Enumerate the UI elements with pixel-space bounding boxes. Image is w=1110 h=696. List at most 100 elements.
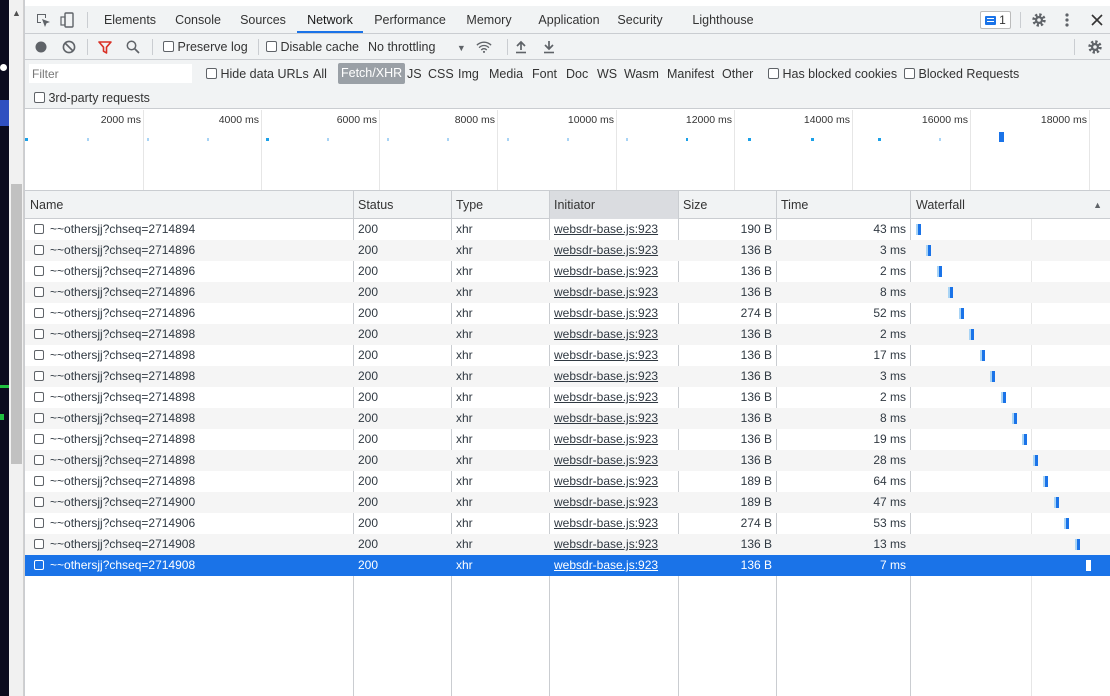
tab-console[interactable]: Console — [169, 6, 227, 33]
filter-type-doc[interactable]: Doc — [566, 67, 588, 81]
initiator-link[interactable]: websdr-base.js:923 — [554, 303, 679, 324]
filter-type-other[interactable]: Other — [722, 67, 753, 81]
initiator-link[interactable]: websdr-base.js:923 — [554, 324, 679, 345]
row-checkbox[interactable] — [34, 287, 44, 297]
network-conditions-wifi-icon[interactable] — [476, 39, 492, 55]
initiator-link[interactable]: websdr-base.js:923 — [554, 534, 679, 555]
initiator-link[interactable]: websdr-base.js:923 — [554, 450, 679, 471]
scroll-up-arrow-icon[interactable]: ▲ — [9, 8, 24, 18]
checkbox-box[interactable] — [163, 41, 174, 52]
column-header-waterfall[interactable]: Waterfall ▲ — [911, 191, 1110, 219]
table-row[interactable]: ~~othersjj?chseq=2714898 200 xhr websdr-bas… — [25, 408, 1110, 429]
table-row[interactable]: ~~othersjj?chseq=2714908 200 xhr websdr-bas… — [25, 555, 1110, 576]
column-header-initiator[interactable]: Initiator — [549, 191, 678, 219]
initiator-link[interactable]: websdr-base.js:923 — [554, 282, 679, 303]
request-name-cell[interactable]: ~~othersjj?chseq=2714894 — [34, 219, 354, 240]
row-checkbox[interactable] — [34, 539, 44, 549]
initiator-link[interactable]: websdr-base.js:923 — [554, 492, 679, 513]
tab-application[interactable]: Application — [528, 6, 610, 33]
table-row[interactable]: ~~othersjj?chseq=2714898 200 xhr websdr-bas… — [25, 429, 1110, 450]
tab-performance[interactable]: Performance — [369, 6, 451, 33]
request-name-cell[interactable]: ~~othersjj?chseq=2714908 — [34, 534, 354, 555]
network-overview-timeline[interactable]: 2000 ms 4000 ms 6000 ms 8000 ms 10000 ms… — [25, 110, 1110, 191]
table-row[interactable]: ~~othersjj?chseq=2714908 200 xhr websdr-bas… — [25, 534, 1110, 555]
tab-elements[interactable]: Elements — [97, 6, 163, 33]
table-row[interactable]: ~~othersjj?chseq=2714906 200 xhr websdr-bas… — [25, 513, 1110, 534]
record-button-icon[interactable] — [33, 39, 49, 55]
row-checkbox[interactable] — [34, 350, 44, 360]
table-row[interactable]: ~~othersjj?chseq=2714894 200 xhr websdr-bas… — [25, 219, 1110, 240]
initiator-link[interactable]: websdr-base.js:923 — [554, 408, 679, 429]
has-blocked-cookies-checkbox[interactable]: Has blocked cookies — [768, 67, 897, 81]
initiator-link[interactable]: websdr-base.js:923 — [554, 345, 679, 366]
third-party-requests-checkbox[interactable]: 3rd-party requests — [34, 91, 150, 105]
close-devtools-icon[interactable] — [1087, 10, 1107, 30]
filter-type-img[interactable]: Img — [458, 67, 479, 81]
disable-cache-checkbox[interactable]: Disable cache — [266, 40, 359, 54]
request-name-cell[interactable]: ~~othersjj?chseq=2714908 — [34, 555, 354, 576]
tab-sources[interactable]: Sources — [235, 6, 291, 33]
import-har-upload-icon[interactable] — [513, 39, 529, 55]
filter-type-js[interactable]: JS — [407, 67, 422, 81]
request-name-cell[interactable]: ~~othersjj?chseq=2714906 — [34, 513, 354, 534]
blocked-requests-checkbox[interactable]: Blocked Requests — [904, 67, 1019, 81]
request-name-cell[interactable]: ~~othersjj?chseq=2714898 — [34, 324, 354, 345]
request-name-cell[interactable]: ~~othersjj?chseq=2714898 — [34, 429, 354, 450]
scrollbar-thumb[interactable] — [11, 184, 22, 464]
filter-type-media[interactable]: Media — [489, 67, 523, 81]
preserve-log-checkbox[interactable]: Preserve log — [163, 40, 248, 54]
table-row[interactable]: ~~othersjj?chseq=2714896 200 xhr websdr-bas… — [25, 282, 1110, 303]
device-toolbar-icon[interactable] — [58, 10, 78, 30]
filter-type-ws[interactable]: WS — [597, 67, 617, 81]
tab-security[interactable]: Security — [614, 6, 666, 33]
row-checkbox[interactable] — [34, 371, 44, 381]
tab-memory[interactable]: Memory — [459, 6, 519, 33]
request-name-cell[interactable]: ~~othersjj?chseq=2714896 — [34, 303, 354, 324]
row-checkbox[interactable] — [34, 497, 44, 507]
request-name-cell[interactable]: ~~othersjj?chseq=2714896 — [34, 282, 354, 303]
filter-funnel-icon[interactable] — [97, 39, 113, 55]
filter-type-css[interactable]: CSS — [428, 67, 454, 81]
column-header-size[interactable]: Size — [678, 191, 776, 219]
column-header-type[interactable]: Type — [451, 191, 549, 219]
row-checkbox[interactable] — [34, 266, 44, 276]
table-row[interactable]: ~~othersjj?chseq=2714896 200 xhr websdr-bas… — [25, 240, 1110, 261]
initiator-link[interactable]: websdr-base.js:923 — [554, 513, 679, 534]
row-checkbox[interactable] — [34, 434, 44, 444]
settings-gear-icon[interactable] — [1029, 10, 1049, 30]
search-icon[interactable] — [125, 39, 141, 55]
request-name-cell[interactable]: ~~othersjj?chseq=2714900 — [34, 492, 354, 513]
row-checkbox[interactable] — [34, 455, 44, 465]
row-checkbox[interactable] — [34, 413, 44, 423]
request-name-cell[interactable]: ~~othersjj?chseq=2714898 — [34, 387, 354, 408]
table-row[interactable]: ~~othersjj?chseq=2714898 200 xhr websdr-bas… — [25, 345, 1110, 366]
more-options-kebab-icon[interactable] — [1057, 10, 1077, 30]
table-row[interactable]: ~~othersjj?chseq=2714898 200 xhr websdr-bas… — [25, 471, 1110, 492]
column-header-status[interactable]: Status — [353, 191, 451, 219]
row-checkbox[interactable] — [34, 245, 44, 255]
tab-lighthouse[interactable]: Lighthouse — [688, 6, 758, 33]
row-checkbox[interactable] — [34, 476, 44, 486]
filter-input[interactable] — [29, 64, 192, 83]
request-name-cell[interactable]: ~~othersjj?chseq=2714896 — [34, 240, 354, 261]
checkbox-box[interactable] — [206, 68, 217, 79]
initiator-link[interactable]: websdr-base.js:923 — [554, 471, 679, 492]
page-scrollbar[interactable]: ▲ — [9, 0, 24, 696]
request-name-cell[interactable]: ~~othersjj?chseq=2714898 — [34, 408, 354, 429]
checkbox-box[interactable] — [904, 68, 915, 79]
hide-data-urls-checkbox[interactable]: Hide data URLs — [206, 67, 309, 81]
initiator-link[interactable]: websdr-base.js:923 — [554, 219, 679, 240]
table-row[interactable]: ~~othersjj?chseq=2714898 200 xhr websdr-bas… — [25, 366, 1110, 387]
throttling-select[interactable]: No throttling ▼ — [368, 40, 466, 54]
checkbox-box[interactable] — [768, 68, 779, 79]
request-name-cell[interactable]: ~~othersjj?chseq=2714896 — [34, 261, 354, 282]
table-row[interactable]: ~~othersjj?chseq=2714898 200 xhr websdr-bas… — [25, 387, 1110, 408]
request-name-cell[interactable]: ~~othersjj?chseq=2714898 — [34, 450, 354, 471]
request-name-cell[interactable]: ~~othersjj?chseq=2714898 — [34, 366, 354, 387]
table-row[interactable]: ~~othersjj?chseq=2714898 200 xhr websdr-bas… — [25, 324, 1110, 345]
row-checkbox[interactable] — [34, 518, 44, 528]
checkbox-box[interactable] — [266, 41, 277, 52]
table-row[interactable]: ~~othersjj?chseq=2714896 200 xhr websdr-bas… — [25, 261, 1110, 282]
checkbox-box[interactable] — [34, 92, 45, 103]
row-checkbox[interactable] — [34, 224, 44, 234]
